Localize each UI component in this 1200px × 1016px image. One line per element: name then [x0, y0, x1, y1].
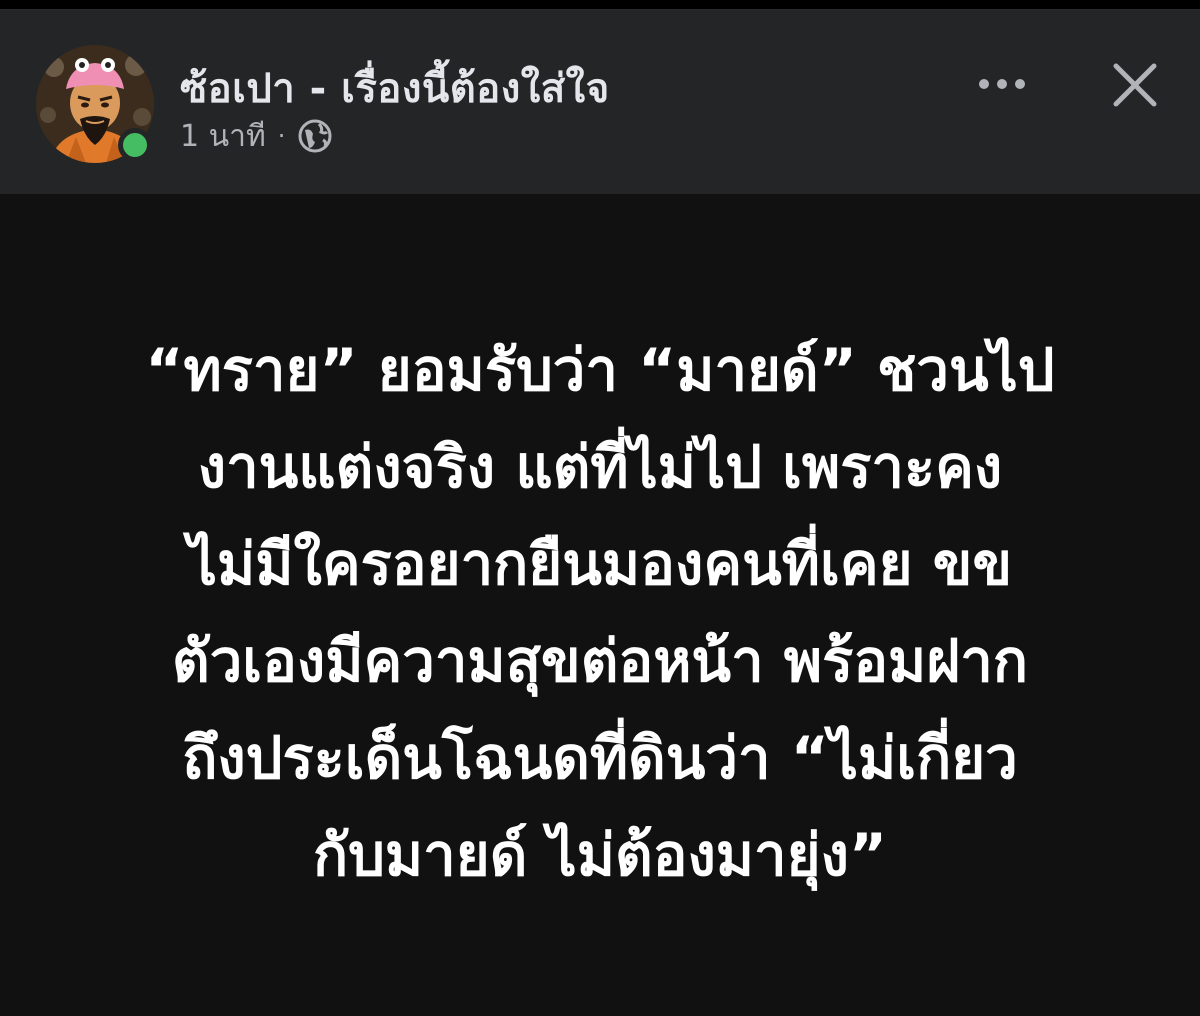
post-text-line: งานแต่งจริง แต่ที่ไม่ไป เพราะคง	[197, 433, 1003, 501]
post-text-line: กับมายด์ ไม่ต้องมายุ่ง”	[312, 821, 888, 889]
post-meta: 1 นาที ·	[180, 116, 333, 156]
author-name[interactable]: ซ้อเปา - เรื่องนี้ต้องใส่ใจ	[180, 56, 610, 120]
more-options-button[interactable]	[970, 56, 1034, 112]
post-text-line: “ทราย” ยอมรับว่า “มายด์” ชวนไป	[145, 336, 1055, 404]
post-header: ซ้อเปา - เรื่องนี้ต้องใส่ใจ 1 นาที ·	[0, 10, 1200, 194]
globe-icon[interactable]	[297, 118, 333, 154]
top-strip	[0, 0, 1200, 10]
post-timestamp[interactable]: 1 นาที	[180, 113, 266, 160]
post-viewer: ซ้อเปา - เรื่องนี้ต้องใส่ใจ 1 นาที · “ทร…	[0, 0, 1200, 1016]
more-horizontal-icon	[979, 79, 1025, 89]
meta-separator: ·	[277, 122, 286, 150]
post-text-line: ไม่มีใครอยากยืนมองคนที่เคย ขข	[187, 530, 1013, 598]
close-icon	[1113, 63, 1157, 107]
close-button[interactable]	[1106, 56, 1164, 114]
online-status-indicator	[118, 128, 152, 162]
post-body: “ทราย” ยอมรับว่า “มายด์” ชวนไป งานแต่งจร…	[0, 194, 1200, 1016]
post-text: “ทราย” ยอมรับว่า “มายด์” ชวนไป งานแต่งจร…	[60, 322, 1140, 904]
post-text-line: ตัวเองมีความสุขต่อหน้า พร้อมฝาก	[172, 627, 1028, 695]
post-text-line: ถึงประเด็นโฉนดที่ดินว่า “ไม่เกี่ยว	[182, 724, 1018, 792]
